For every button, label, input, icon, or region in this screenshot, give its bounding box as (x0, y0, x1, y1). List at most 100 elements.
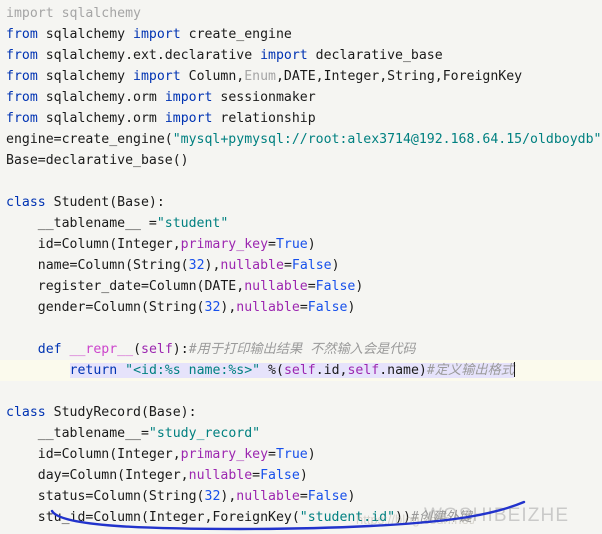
code-token: __tablename__= (6, 426, 149, 441)
code-line[interactable]: Base=declarative_base() (0, 150, 602, 171)
code-token: stu_id=Column(Integer,ForeignKey( (6, 510, 300, 525)
code-token: id=Column(Integer, (6, 237, 181, 252)
code-token: Base=declarative_base() (6, 153, 189, 168)
code-token: Enum (244, 69, 276, 84)
code-token: ) (347, 489, 356, 504)
code-line[interactable]: import sqlalchemy (0, 3, 602, 24)
code-token: class (6, 195, 46, 210)
code-token: nullable (220, 258, 284, 273)
code-line[interactable]: name=Column(String(32),nullable=False) (0, 255, 602, 276)
code-token: "mysql+pymysql://root:alex3714@192.168.6… (172, 132, 602, 147)
code-line[interactable] (0, 318, 602, 339)
code-line[interactable] (0, 171, 602, 192)
code-token: ) (307, 447, 316, 462)
code-token: sqlalchemy (37, 27, 134, 42)
code-token: import (164, 111, 213, 126)
code-token: ), (220, 489, 237, 504)
code-token: create_engine (180, 27, 292, 42)
code-token: ) (347, 300, 356, 315)
code-line[interactable]: def __repr__(self):#用于打印输出结果 不然输入会是代码 (0, 339, 602, 360)
code-token: register_date=Column(DATE, (6, 279, 245, 294)
code-content[interactable]: import sqlalchemy from sqlalchemy import … (0, 0, 602, 528)
code-line[interactable]: __tablename__ ="student" (0, 213, 602, 234)
code-token: status=Column(String( (6, 489, 205, 504)
code-token: %( (260, 363, 284, 378)
code-line[interactable]: return "<id:%s name:%s>" %(self.id,self.… (0, 360, 602, 381)
code-token: import (133, 69, 181, 84)
code-token: name=Column(String( (6, 258, 189, 273)
code-token: declarative_base (307, 48, 443, 63)
code-token: "student" (156, 216, 229, 231)
code-token: return (69, 363, 118, 378)
code-token: ), (204, 258, 221, 273)
code-token: #定义输出格式 (426, 363, 514, 378)
code-token: import (133, 27, 181, 42)
code-token: 32 (188, 258, 205, 273)
code-token: nullable (236, 300, 300, 315)
code-line[interactable]: engine=create_engine("mysql+pymysql://ro… (0, 129, 602, 150)
code-token: = (268, 447, 276, 462)
code-token: from (6, 27, 38, 42)
code-token: day=Column(Integer, (6, 468, 189, 483)
code-token: "student.id" (299, 510, 396, 525)
code-token: gender=Column(String( (6, 300, 205, 315)
code-token: class (6, 405, 46, 420)
code-token: ), (220, 300, 237, 315)
code-line[interactable]: class StudyRecord(Base): (0, 402, 602, 423)
code-line[interactable]: status=Column(String(32),nullable=False) (0, 486, 602, 507)
code-token: Student(Base): (45, 195, 165, 210)
code-line[interactable]: id=Column(Integer,primary_key=True) (0, 444, 602, 465)
code-token: 32 (204, 300, 221, 315)
code-token: sessionmaker (212, 90, 316, 105)
code-token: )) (395, 510, 411, 525)
code-token: __tablename__ = (6, 216, 157, 231)
code-token: self (283, 363, 316, 378)
code-token: from (6, 48, 38, 63)
code-token: "study_record" (148, 426, 261, 441)
code-token: ,DATE,Integer,String,ForeignKey (275, 69, 523, 84)
code-token: ) (355, 279, 364, 294)
code-token: = (283, 258, 292, 273)
code-line[interactable]: __tablename__="study_record" (0, 423, 602, 444)
code-token: import (164, 90, 213, 105)
code-token: False (307, 489, 348, 504)
code-line[interactable]: register_date=Column(DATE,nullable=False… (0, 276, 602, 297)
code-token: from (6, 69, 38, 84)
code-token: True (275, 447, 308, 462)
code-line[interactable]: from sqlalchemy.orm import relationship (0, 108, 602, 129)
code-line[interactable]: from sqlalchemy import Column,Enum,DATE,… (0, 66, 602, 87)
code-token: def (37, 342, 62, 357)
code-token: StudyRecord(Base): (45, 405, 197, 420)
code-line[interactable]: id=Column(Integer,primary_key=True) (0, 234, 602, 255)
code-line[interactable]: class Student(Base): (0, 192, 602, 213)
code-line[interactable]: day=Column(Integer,nullable=False) (0, 465, 602, 486)
code-token: self (347, 363, 380, 378)
code-token: False (315, 279, 356, 294)
code-line[interactable]: from sqlalchemy.orm import sessionmaker (0, 87, 602, 108)
code-token: = (307, 279, 316, 294)
code-token: = (252, 468, 261, 483)
code-token: relationship (212, 111, 316, 126)
code-token: primary_key (180, 237, 269, 252)
code-token: ) (331, 258, 340, 273)
code-token: ( (133, 342, 142, 357)
code-token: = (268, 237, 276, 252)
code-line[interactable]: from sqlalchemy import create_engine (0, 24, 602, 45)
code-token: "<id:%s name:%s>" (125, 363, 261, 378)
code-token: = (299, 300, 308, 315)
code-line[interactable]: stu_id=Column(Integer,ForeignKey("studen… (0, 507, 602, 528)
code-token: __repr__ (69, 342, 134, 357)
code-line[interactable] (0, 381, 602, 402)
code-token: import sqlalchemy (6, 6, 141, 21)
code-token: nullable (236, 489, 300, 504)
code-token: sqlalchemy.ext.declarative (37, 48, 261, 63)
code-token: 32 (204, 489, 221, 504)
code-line[interactable]: from sqlalchemy.ext.declarative import d… (0, 45, 602, 66)
code-editor[interactable]: import sqlalchemy from sqlalchemy import … (0, 0, 602, 534)
code-line[interactable]: gender=Column(String(32),nullable=False) (0, 297, 602, 318)
text-caret (513, 362, 515, 377)
code-token: False (291, 258, 332, 273)
code-token: id=Column(Integer, (6, 447, 181, 462)
